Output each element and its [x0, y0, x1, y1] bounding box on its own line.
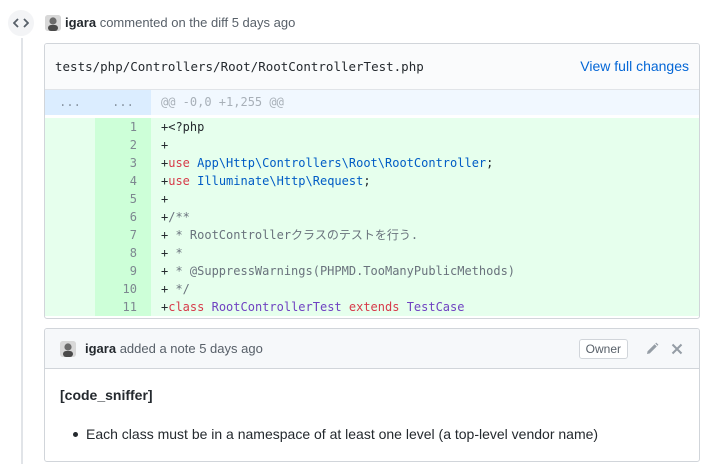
hunk-new-expand[interactable]: ... [95, 90, 151, 115]
hunk-header: @@ -0,0 +1,255 @@ [161, 95, 284, 109]
note-author[interactable]: igara [85, 341, 116, 356]
diff-line: 10 + */ [45, 280, 699, 298]
new-line-number[interactable]: 3 [95, 154, 151, 172]
event-text: igara commented on the diff 5 days ago [65, 15, 295, 31]
diff-line: 4 +use Illuminate\Http\Request; [45, 172, 699, 190]
old-line-number[interactable] [45, 280, 95, 298]
event-action: commented on the diff 5 days ago [99, 15, 296, 30]
old-line-number[interactable] [45, 226, 95, 244]
new-line-number[interactable]: 8 [95, 244, 151, 262]
note-box: igara added a note 5 days ago Owner [cod… [44, 328, 700, 462]
diff-table: ... ... @@ -0,0 +1,255 @@ 1 +<?php 2 + 3… [45, 90, 699, 316]
diff-line-code: + [151, 190, 699, 208]
avatar[interactable] [60, 341, 76, 357]
old-line-number[interactable] [45, 190, 95, 208]
event-author[interactable]: igara [65, 15, 96, 30]
old-line-number[interactable] [45, 262, 95, 280]
diff-line-code: +use App\Http\Controllers\Root\RootContr… [151, 154, 699, 172]
x-icon[interactable] [669, 341, 685, 357]
diff-line-code: + */ [151, 280, 699, 298]
diff-line: 5 + [45, 190, 699, 208]
hunk-old-expand[interactable]: ... [45, 90, 95, 115]
diff-line-code: + * RootControllerクラスのテストを行う. [151, 226, 699, 244]
diff-line: 7 + * RootControllerクラスのテストを行う. [45, 226, 699, 244]
diff-line: 2 + [45, 136, 699, 154]
diff-line-code: +class RootControllerTest extends TestCa… [151, 298, 699, 316]
new-line-number[interactable]: 6 [95, 208, 151, 226]
old-line-number[interactable] [45, 298, 95, 316]
file-path: tests/php/Controllers/Root/RootControlle… [55, 59, 424, 74]
new-line-number[interactable]: 11 [95, 298, 151, 316]
new-line-number[interactable]: 1 [95, 118, 151, 136]
diff-line: 9 + * @SuppressWarnings(PHPMD.TooManyPub… [45, 262, 699, 280]
note-head-text: igara added a note 5 days ago [85, 341, 263, 357]
diff-line-code: + * [151, 244, 699, 262]
diff-line: 8 + * [45, 244, 699, 262]
view-full-changes-link[interactable]: View full changes [580, 58, 689, 74]
diff-line-code: +/** [151, 208, 699, 226]
bullet [73, 432, 78, 437]
old-line-number[interactable] [45, 208, 95, 226]
old-line-number[interactable] [45, 136, 95, 154]
diff-line-code: +<?php [151, 118, 699, 136]
pencil-icon[interactable] [644, 341, 660, 357]
file-header: tests/php/Controllers/Root/RootControlle… [45, 44, 699, 90]
new-line-number[interactable]: 2 [95, 136, 151, 154]
diff-line-code: +use Illuminate\Http\Request; [151, 172, 699, 190]
diff-line-code: + [151, 136, 699, 154]
note-heading: [code_sniffer] [60, 387, 153, 403]
note-body: [code_sniffer] Each class must be in a n… [60, 387, 684, 442]
old-line-number[interactable] [45, 244, 95, 262]
old-line-number[interactable] [45, 154, 95, 172]
new-line-number[interactable]: 7 [95, 226, 151, 244]
avatar[interactable] [45, 15, 61, 31]
old-line-number[interactable] [45, 172, 95, 190]
new-line-number[interactable]: 4 [95, 172, 151, 190]
new-line-number[interactable]: 5 [95, 190, 151, 208]
code-icon [6, 8, 36, 38]
timeline-line [21, 38, 23, 464]
diff-line: 11 +class RootControllerTest extends Tes… [45, 298, 699, 316]
diff-box: tests/php/Controllers/Root/RootControlle… [44, 43, 700, 319]
note-list-text: Each class must be in a namespace of at … [86, 426, 599, 442]
note-header: igara added a note 5 days ago Owner [45, 329, 699, 369]
diff-line: 3 +use App\Http\Controllers\Root\RootCon… [45, 154, 699, 172]
note-action: added a note 5 days ago [119, 341, 263, 356]
hunk-row: ... ... @@ -0,0 +1,255 @@ [45, 90, 699, 115]
diff-line: 6 +/** [45, 208, 699, 226]
note-list-item: Each class must be in a namespace of at … [60, 426, 684, 442]
diff-line-code: + * @SuppressWarnings(PHPMD.TooManyPubli… [151, 262, 699, 280]
new-line-number[interactable]: 9 [95, 262, 151, 280]
new-line-number[interactable]: 10 [95, 280, 151, 298]
old-line-number[interactable] [45, 118, 95, 136]
diff-line: 1 +<?php [45, 118, 699, 136]
owner-badge: Owner [578, 339, 628, 359]
comment-event: igara commented on the diff 5 days ago [0, 0, 706, 44]
